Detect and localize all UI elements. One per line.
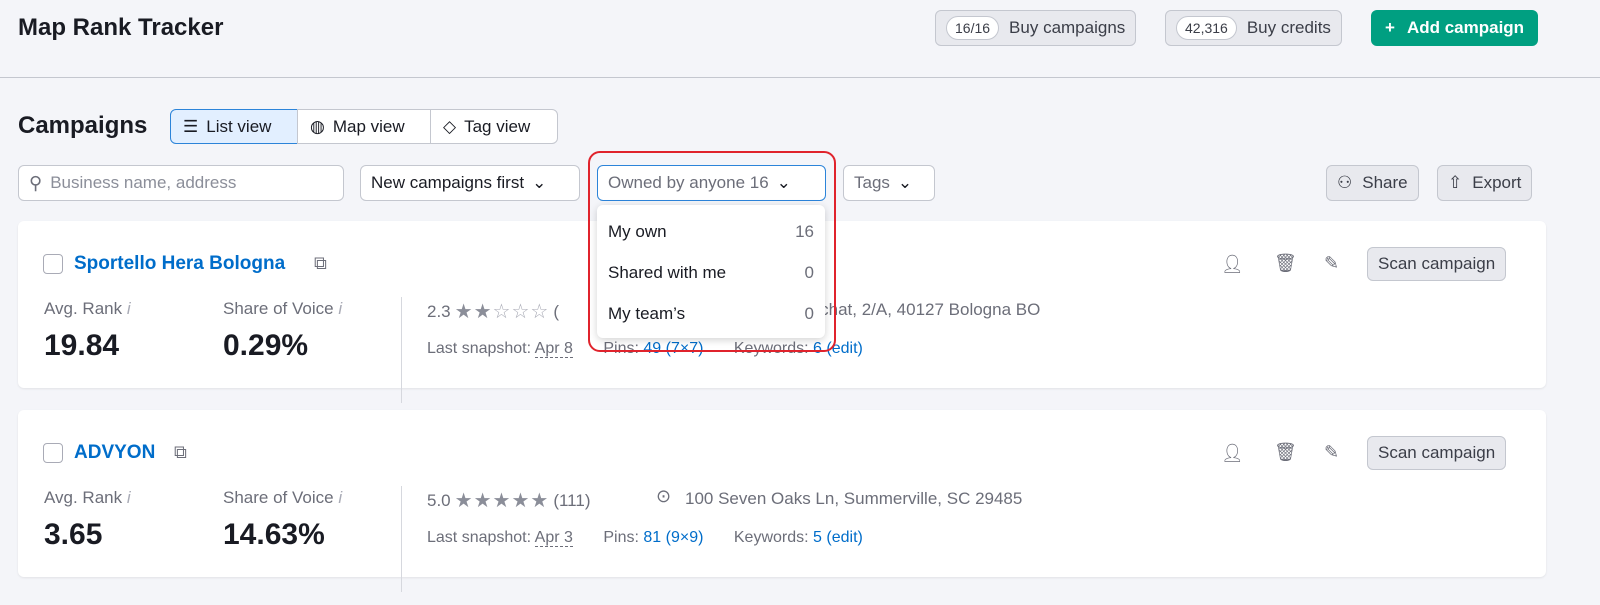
edit-keywords-link[interactable]: (edit) bbox=[826, 529, 862, 546]
buy-campaigns-label: Buy campaigns bbox=[1009, 18, 1126, 37]
tags-value: Tags bbox=[854, 173, 890, 192]
campaign-name-link[interactable]: Sportello Hera Bologna bbox=[74, 253, 285, 275]
avg-rank-label: Avg. Rank bbox=[44, 488, 123, 507]
sov-label: Share of Voice bbox=[223, 299, 334, 318]
edit-icon[interactable]: ✎ bbox=[1324, 253, 1339, 274]
review-count: (111) bbox=[553, 490, 591, 510]
pins-label: Pins: bbox=[603, 529, 639, 546]
campaign-card: ADVYON ⧉ Avg. Rank i 3.65 Share of Voice… bbox=[18, 410, 1546, 592]
external-link-icon[interactable]: ⧉ bbox=[314, 253, 327, 274]
keywords-label: Keywords: bbox=[733, 529, 809, 546]
campaigns-count-badge: 16/16 bbox=[946, 16, 1000, 40]
tab-map-view[interactable]: ◍ Map view bbox=[297, 109, 431, 144]
info-icon[interactable]: i bbox=[127, 488, 131, 507]
search-icon: ⚲ bbox=[29, 172, 43, 193]
tab-tag-view[interactable]: ◇ Tag view bbox=[430, 109, 558, 144]
trash-icon[interactable]: 🗑︎ bbox=[1274, 253, 1297, 274]
divider bbox=[401, 297, 402, 403]
export-button[interactable]: ⇧ Export bbox=[1437, 165, 1533, 201]
buy-credits-label: Buy credits bbox=[1246, 18, 1331, 37]
add-campaign-label: Add campaign bbox=[1406, 18, 1525, 37]
star-rating-icon: ★★☆☆☆ bbox=[454, 301, 550, 323]
sov-value: 14.63% bbox=[223, 518, 325, 551]
review-count: ( bbox=[553, 301, 559, 321]
buy-campaigns-button[interactable]: 16/16 Buy campaigns bbox=[935, 10, 1137, 46]
pins-link[interactable]: 81 (9×9) bbox=[643, 529, 703, 546]
sort-value: New campaigns first bbox=[371, 173, 525, 192]
location-pin-icon: ⊙ bbox=[656, 486, 672, 506]
tags-select[interactable]: Tags ⌄ bbox=[843, 165, 935, 201]
star-rating-icon: ★★★★★ bbox=[454, 490, 550, 512]
chevron-down-icon: ⌄ bbox=[532, 173, 547, 192]
add-user-icon[interactable]: 👤︎ bbox=[1221, 443, 1244, 464]
sov-value: 0.29% bbox=[223, 329, 309, 362]
add-user-icon[interactable]: 👤︎ bbox=[1221, 254, 1244, 275]
info-icon[interactable]: i bbox=[127, 299, 131, 318]
snapshot-date[interactable]: Apr 8 bbox=[534, 340, 573, 358]
campaign-checkbox[interactable] bbox=[43, 254, 63, 274]
credits-badge: 42,316 bbox=[1176, 16, 1237, 40]
share-label: Share bbox=[1362, 173, 1408, 192]
buy-credits-button[interactable]: 42,316 Buy credits bbox=[1165, 10, 1342, 46]
export-label: Export bbox=[1472, 173, 1522, 192]
search-placeholder: Business name, address bbox=[50, 173, 237, 192]
tab-label: Map view bbox=[332, 116, 405, 136]
page-title: Map Rank Tracker bbox=[18, 14, 224, 41]
highlight-annotation bbox=[588, 151, 836, 352]
scan-campaign-button[interactable]: Scan campaign bbox=[1367, 436, 1507, 470]
campaign-name-link[interactable]: ADVYON bbox=[74, 442, 155, 464]
campaign-checkbox[interactable] bbox=[43, 443, 63, 463]
avg-rank-label: Avg. Rank bbox=[44, 299, 123, 318]
snapshot-label: Last snapshot: bbox=[427, 529, 532, 546]
list-icon: ☰ bbox=[183, 116, 199, 136]
avg-rank-value: 3.65 bbox=[44, 518, 103, 551]
keywords-count[interactable]: 5 bbox=[813, 529, 822, 546]
section-title: Campaigns bbox=[18, 112, 148, 139]
sov-label: Share of Voice bbox=[223, 488, 334, 507]
tab-list-view[interactable]: ☰ List view bbox=[170, 109, 298, 144]
upload-icon: ⇧ bbox=[1448, 173, 1463, 192]
rating-value: 5.0 bbox=[427, 490, 451, 510]
add-campaign-button[interactable]: + Add campaign bbox=[1371, 10, 1539, 46]
info-icon[interactable]: i bbox=[338, 488, 342, 507]
globe-icon: ◍ bbox=[310, 116, 325, 136]
edit-icon[interactable]: ✎ bbox=[1324, 442, 1339, 463]
trash-icon[interactable]: 🗑︎ bbox=[1274, 442, 1297, 463]
address: Pichat, 2/A, 40127 Bologna BO bbox=[805, 300, 1041, 319]
plus-icon: + bbox=[1385, 18, 1395, 37]
share-button[interactable]: ⚇ Share bbox=[1326, 165, 1419, 201]
rating-value: 2.3 bbox=[427, 301, 451, 321]
divider bbox=[0, 77, 1600, 78]
search-input[interactable]: ⚲ Business name, address bbox=[18, 165, 344, 201]
divider bbox=[401, 486, 402, 592]
scan-campaign-button[interactable]: Scan campaign bbox=[1367, 247, 1507, 281]
users-icon: ⚇ bbox=[1337, 173, 1353, 192]
chevron-down-icon: ⌄ bbox=[897, 173, 913, 192]
info-icon[interactable]: i bbox=[338, 299, 342, 318]
avg-rank-value: 19.84 bbox=[44, 329, 120, 362]
snapshot-label: Last snapshot: bbox=[427, 340, 532, 357]
external-link-icon[interactable]: ⧉ bbox=[174, 442, 187, 463]
tab-label: Tag view bbox=[464, 116, 531, 136]
address: 100 Seven Oaks Ln, Summerville, SC 29485 bbox=[685, 489, 1023, 508]
tag-icon: ◇ bbox=[443, 116, 457, 136]
sort-select[interactable]: New campaigns first ⌄ bbox=[360, 165, 580, 201]
tab-label: List view bbox=[206, 116, 272, 136]
snapshot-date[interactable]: Apr 3 bbox=[534, 529, 573, 547]
